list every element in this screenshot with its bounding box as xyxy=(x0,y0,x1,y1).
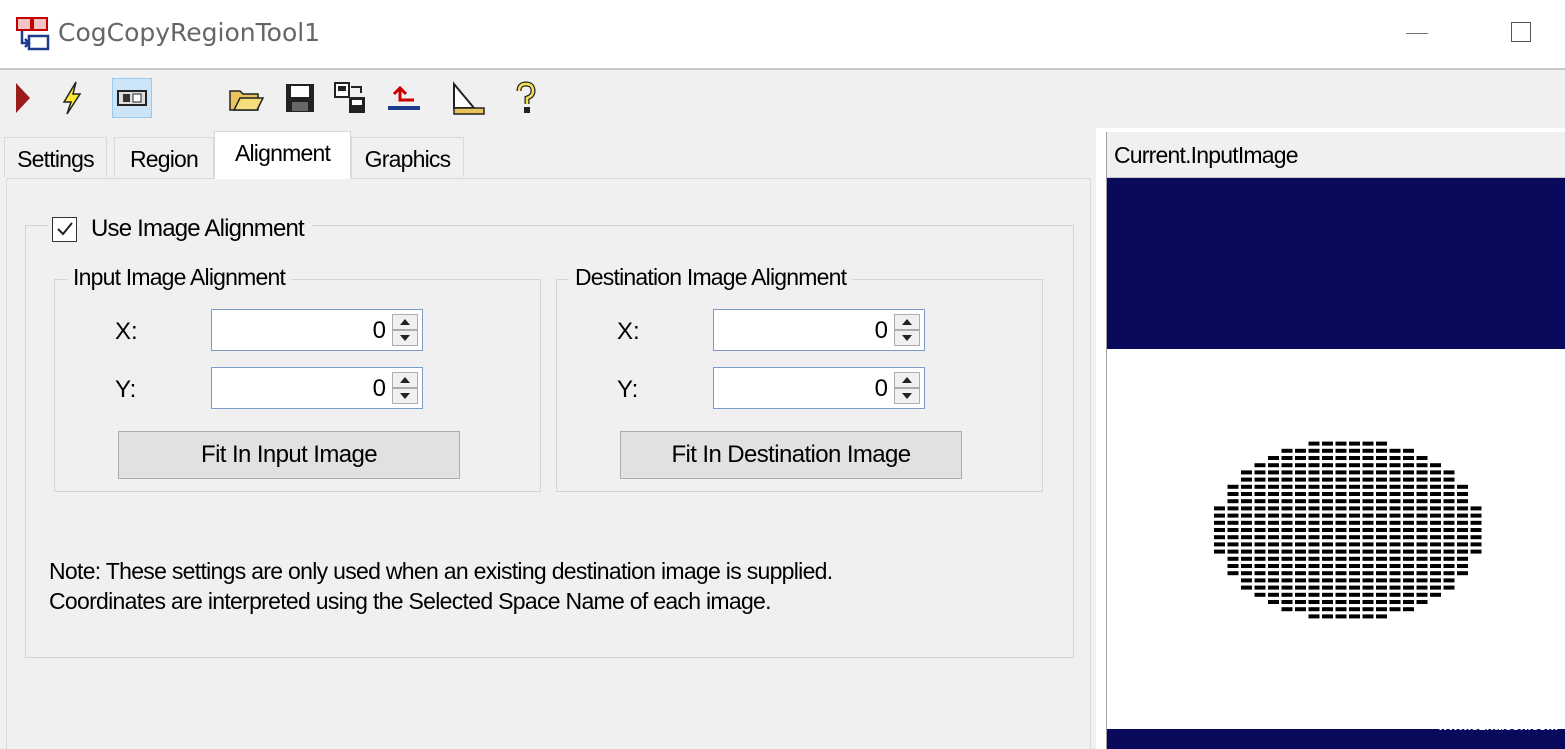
input-x-label: X: xyxy=(115,318,138,345)
fit-in-input-image-button[interactable]: Fit In Input Image xyxy=(118,431,460,479)
use-image-alignment-checkbox[interactable]: Use Image Alignment xyxy=(48,212,312,246)
wafer-die-pattern xyxy=(1214,441,1482,619)
tab-settings[interactable]: Settings xyxy=(4,137,107,177)
input-x-value: 0 xyxy=(372,317,386,344)
spin-down-icon[interactable] xyxy=(894,330,920,346)
spin-up-icon[interactable] xyxy=(392,372,418,388)
window-title: CogCopyRegionTool1 xyxy=(58,18,321,47)
dest-group-title: Destination Image Alignment xyxy=(569,264,853,291)
dest-x-label: X: xyxy=(617,318,640,345)
image-display-icon[interactable] xyxy=(112,78,152,118)
tab-strip: Settings Region Alignment Graphics xyxy=(0,128,1096,180)
alignment-note: Note: These settings are only used when … xyxy=(49,556,833,616)
tab-graphics[interactable]: Graphics xyxy=(351,137,464,177)
image-display-panel: Current.InputImage www.51halcon.com xyxy=(1106,132,1565,749)
input-y-value: 0 xyxy=(372,375,386,402)
use-image-alignment-label: Use Image Alignment xyxy=(91,215,305,242)
toolbar xyxy=(0,70,1565,128)
spin-up-icon[interactable] xyxy=(894,372,920,388)
run-arrow-icon[interactable] xyxy=(2,78,42,118)
load-upload-icon[interactable] xyxy=(384,78,424,118)
dest-y-label: Y: xyxy=(617,376,639,403)
dest-x-value: 0 xyxy=(874,317,888,344)
spin-up-icon[interactable] xyxy=(894,314,920,330)
watermark-text: www.51halcon.com xyxy=(1437,718,1558,733)
dest-y-field[interactable]: 0 xyxy=(713,367,925,409)
title-bar: CogCopyRegionTool1 xyxy=(0,0,1565,70)
spin-up-icon[interactable] xyxy=(392,314,418,330)
input-y-field[interactable]: 0 xyxy=(211,367,423,409)
dest-x-field[interactable]: 0 xyxy=(713,309,925,351)
input-x-field[interactable]: 0 xyxy=(211,309,423,351)
checkbox-box[interactable] xyxy=(52,216,77,242)
tab-region[interactable]: Region xyxy=(114,137,214,177)
copy-settings-icon[interactable] xyxy=(330,78,370,118)
input-group-title: Input Image Alignment xyxy=(67,264,292,291)
fit-in-destination-image-button[interactable]: Fit In Destination Image xyxy=(620,431,962,479)
tab-alignment[interactable]: Alignment xyxy=(214,131,351,179)
spin-down-icon[interactable] xyxy=(392,330,418,346)
dest-y-value: 0 xyxy=(874,375,888,402)
note-line-2: Coordinates are interpreted using the Se… xyxy=(49,588,772,614)
help-icon[interactable] xyxy=(506,78,546,118)
image-selector[interactable]: Current.InputImage xyxy=(1107,132,1565,178)
minimize-button[interactable] xyxy=(1403,18,1433,48)
save-icon[interactable] xyxy=(280,78,320,118)
spin-down-icon[interactable] xyxy=(894,388,920,404)
triangle-measure-icon[interactable] xyxy=(448,78,488,118)
input-y-label: Y: xyxy=(115,376,137,403)
maximize-button[interactable] xyxy=(1511,22,1531,42)
note-line-1: Note: These settings are only used when … xyxy=(49,558,833,584)
lightning-icon[interactable] xyxy=(52,78,92,118)
image-canvas[interactable]: www.51halcon.com xyxy=(1107,178,1565,749)
spin-down-icon[interactable] xyxy=(392,388,418,404)
open-folder-icon[interactable] xyxy=(226,78,266,118)
checkmark-icon xyxy=(56,222,73,236)
copy-region-app-icon xyxy=(16,17,50,51)
